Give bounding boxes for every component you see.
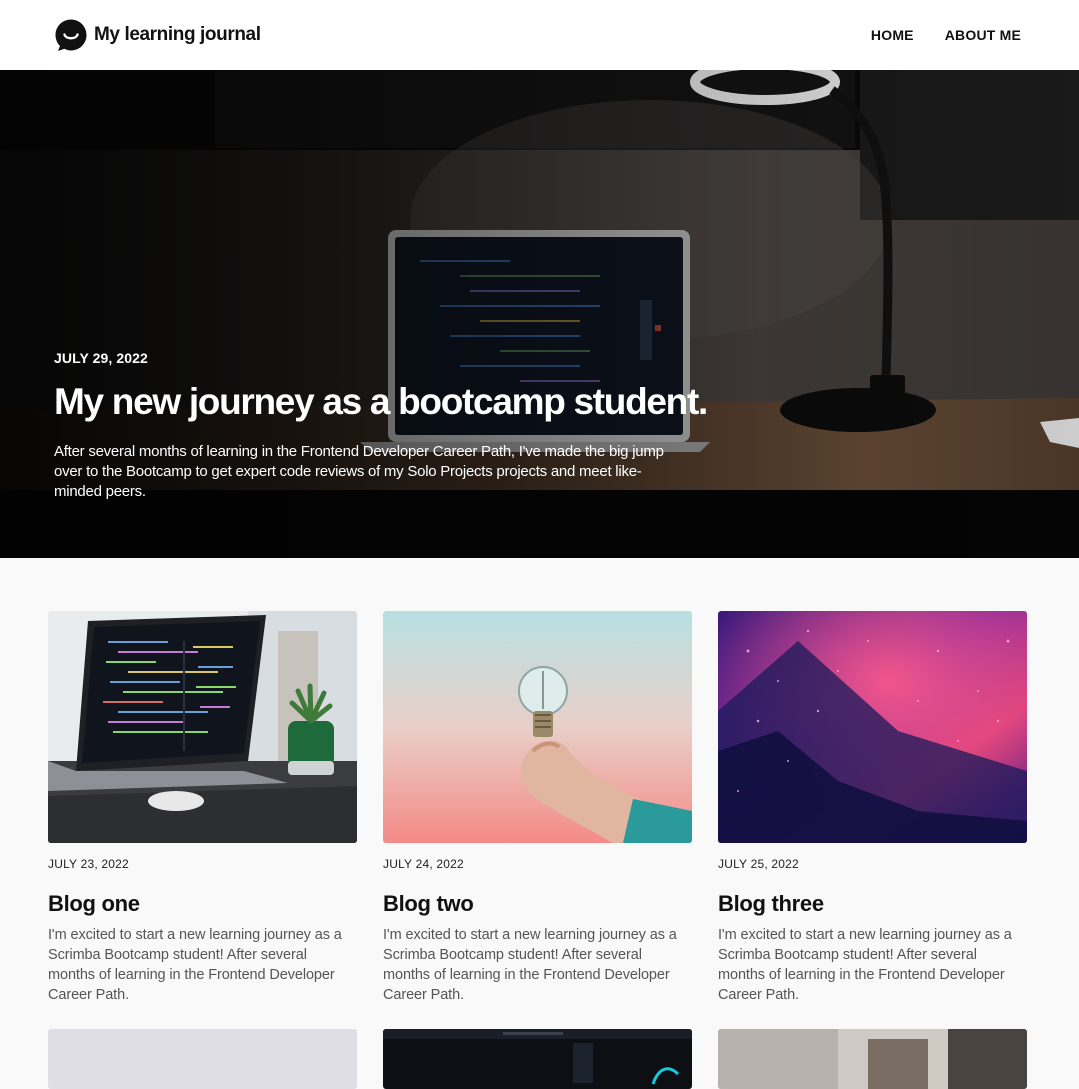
hand-holding-lightbulb-image [383,611,692,843]
cafe-interior-image [718,1029,1027,1089]
posts-grid-next-row [48,1029,1027,1089]
post-date: JULY 25, 2022 [718,857,799,871]
hero-date: JULY 29, 2022 [54,350,148,366]
post-title[interactable]: Blog two [383,891,692,917]
post-title[interactable]: Blog three [718,891,1027,917]
post-excerpt: I'm excited to start a new learning jour… [718,927,1012,1003]
post-thumbnail[interactable] [48,611,357,843]
hero-title[interactable]: My new journey as a bootcamp student. [54,380,734,424]
brand[interactable]: My learning journal [54,18,261,52]
post-date: JULY 23, 2022 [48,857,129,871]
post-thumbnail[interactable] [718,1029,1027,1089]
post-title[interactable]: Blog one [48,891,357,917]
post-thumbnail[interactable] [383,1029,692,1089]
hero-featured-post[interactable]: JULY 29, 2022 My new journey as a bootca… [0,70,1079,558]
purple-abstract-image [718,611,1027,843]
post-card[interactable]: JULY 24, 2022 Blog two I'm excited to st… [383,611,692,1005]
hero-text: JULY 29, 2022 My new journey as a bootca… [54,350,734,502]
post-thumbnail[interactable] [718,611,1027,843]
laptop-code-plant-image [48,611,357,843]
post-card[interactable]: JULY 25, 2022 Blog three I'm excited to … [718,611,1027,1005]
site-header: My learning journal HOME ABOUT ME [0,0,1079,70]
post-excerpt: I'm excited to start a new learning jour… [48,927,342,1003]
post-excerpt: I'm excited to start a new learning jour… [383,927,677,1003]
main-nav: HOME ABOUT ME [871,27,1021,43]
nav-home-link[interactable]: HOME [871,27,914,43]
post-thumbnail[interactable] [383,611,692,843]
code-editor-screen-image [383,1029,692,1089]
post-card[interactable]: JULY 23, 2022 Blog one I'm excited to st… [48,611,357,1005]
hero-description: After several months of learning in the … [54,443,664,500]
nav-about-link[interactable]: ABOUT ME [945,27,1021,43]
chat-bubble-logo-icon [55,19,87,51]
post-thumbnail[interactable] [48,1029,357,1089]
post-date: JULY 24, 2022 [383,857,464,871]
site-title: My learning journal [94,24,261,45]
light-gradient-image [48,1029,357,1089]
